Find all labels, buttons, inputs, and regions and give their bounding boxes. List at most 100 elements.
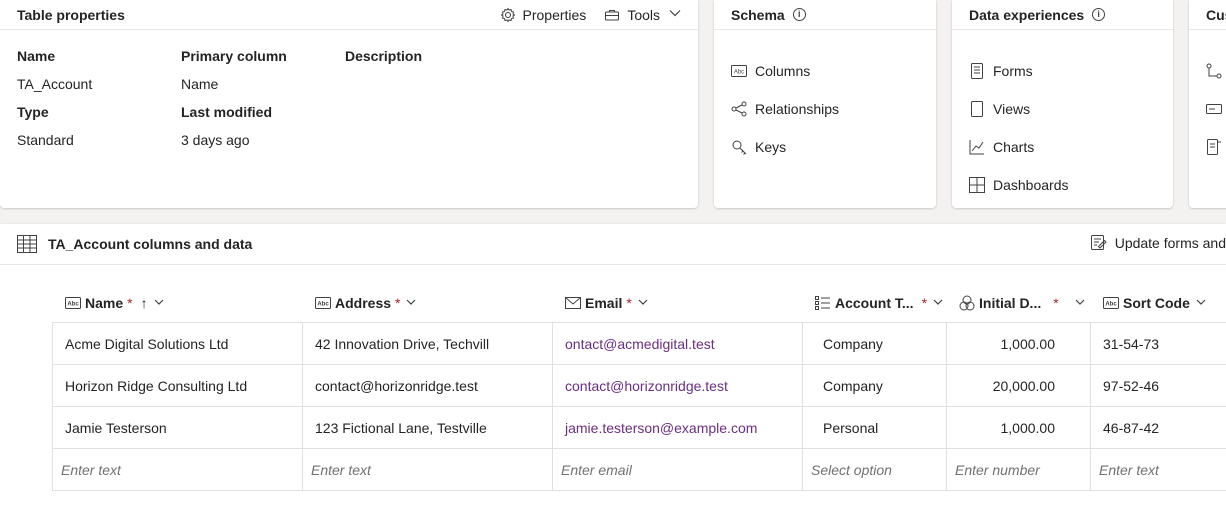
chart-icon (969, 139, 985, 155)
new-row[interactable]: Enter text Enter text Enter email Select… (52, 448, 1226, 491)
dataexp-item-label: Charts (993, 139, 1035, 155)
cell-email[interactable]: jamie.testerson@example.com (552, 407, 802, 449)
table-properties-header: Table properties Properties Tools (0, 0, 698, 30)
custom-item-2[interactable] (1206, 90, 1226, 128)
schema-card: Schema i Abc Columns Relationships Keys (714, 0, 936, 208)
cell-address[interactable]: 123 Fictional Lane, Testville (302, 407, 552, 449)
dashboard-icon (969, 177, 985, 193)
cell-sort-code[interactable]: 31-54-73 (1090, 323, 1226, 365)
table-properties-title: Table properties (17, 6, 125, 23)
column-header-label: Name (85, 295, 124, 311)
column-header-label: Sort Code (1123, 295, 1190, 311)
column-header-initial-deposit[interactable]: Initial D... * (959, 284, 1089, 322)
dataexp-item-dashboards[interactable]: Dashboards (969, 166, 1173, 204)
dataexp-item-charts[interactable]: Charts (969, 128, 1173, 166)
primary-column-value: Name (181, 76, 219, 92)
svg-text:Abc: Abc (67, 302, 79, 308)
new-email-input[interactable]: Enter email (552, 449, 802, 491)
chevron-down-icon (406, 298, 416, 309)
cell-name[interactable]: Horizon Ridge Consulting Ltd (52, 365, 302, 407)
text-column-icon: Abc (315, 295, 331, 311)
schema-item-relationships[interactable]: Relationships (731, 90, 936, 128)
chevron-down-icon (154, 298, 164, 309)
column-header-label: Initial D... (979, 295, 1042, 311)
cell-address[interactable]: contact@horizonridge.test (302, 365, 552, 407)
last-modified-label: Last modified (181, 104, 273, 120)
chevron-down-icon (1075, 298, 1085, 309)
cell-initial-deposit[interactable]: 20,000.00 (946, 365, 1090, 407)
table-row[interactable]: Jamie Testerson 123 Fictional Lane, Test… (52, 406, 1226, 449)
text-column-icon: Abc (731, 63, 747, 79)
cell-email[interactable]: contact@horizonridge.test (552, 365, 802, 407)
table-properties-card: Table properties Properties Tools Name T… (0, 0, 698, 208)
column-header-sort-code[interactable]: Abc Sort Code (1103, 284, 1223, 322)
cell-email[interactable]: ontact@acmedigital.test (552, 323, 802, 365)
info-icon[interactable]: i (792, 8, 806, 21)
card-icon (1206, 101, 1222, 117)
new-address-input[interactable]: Enter text (302, 449, 552, 491)
column-header-name[interactable]: Abc Name * ↑ (65, 284, 295, 322)
dataexp-item-forms[interactable]: Forms (969, 52, 1173, 90)
svg-text:Abc: Abc (1105, 302, 1117, 308)
cell-sort-code[interactable]: 46-87-42 (1090, 407, 1226, 449)
schema-item-keys[interactable]: Keys (731, 128, 936, 166)
cell-name[interactable]: Acme Digital Solutions Ltd (52, 323, 302, 365)
column-header-address[interactable]: Abc Address * (315, 284, 545, 322)
name-value: TA_Account (17, 76, 93, 92)
dataexp-item-views[interactable]: Views (969, 90, 1173, 128)
new-account-type-select[interactable]: Select option (802, 449, 946, 491)
chevron-down-icon (933, 298, 943, 309)
new-name-input[interactable]: Enter text (52, 449, 302, 491)
cell-account-type[interactable]: Company (802, 323, 946, 365)
properties-button[interactable]: Properties (500, 7, 586, 23)
required-marker: * (626, 295, 632, 311)
info-icon[interactable]: i (1092, 8, 1106, 21)
dataexp-item-label: Dashboards (993, 177, 1069, 193)
new-sort-code-input[interactable]: Enter text (1090, 449, 1226, 491)
required-marker: * (921, 295, 928, 311)
custom-item-1[interactable] (1206, 52, 1226, 90)
table-row[interactable]: Horizon Ridge Consulting Ltd contact@hor… (52, 364, 1226, 407)
form-edit-icon (1206, 139, 1222, 155)
type-value: Standard (17, 132, 74, 148)
schema-header: Schema i (714, 0, 936, 30)
column-header-label: Email (585, 295, 623, 311)
tools-button[interactable]: Tools (604, 7, 681, 23)
cell-sort-code[interactable]: 97-52-46 (1090, 365, 1226, 407)
tools-label: Tools (627, 6, 660, 23)
cell-name[interactable]: Jamie Testerson (52, 407, 302, 449)
schema-item-columns[interactable]: Abc Columns (731, 52, 936, 90)
form-icon (969, 63, 985, 79)
schema-item-label: Keys (755, 139, 787, 155)
description-label: Description (345, 48, 423, 64)
column-header-email[interactable]: Email * (565, 284, 795, 322)
schema-item-label: Relationships (755, 101, 840, 117)
chevron-down-icon (638, 298, 648, 309)
choice-list-icon (815, 295, 831, 311)
flow-icon (1206, 63, 1222, 79)
data-experiences-card: Data experiences i Forms Views Charts Da… (952, 0, 1173, 208)
toolbox-icon (604, 7, 620, 23)
required-marker: * (127, 295, 133, 311)
table-row[interactable]: Acme Digital Solutions Ltd 42 Innovation… (52, 322, 1226, 365)
customizations-card: Cus (1189, 0, 1226, 208)
update-forms-label: Update forms and (1114, 235, 1226, 251)
column-header-account-type[interactable]: Account T... * (815, 284, 943, 322)
cell-account-type[interactable]: Personal (802, 407, 946, 449)
cell-initial-deposit[interactable]: 1,000.00 (946, 323, 1090, 365)
relationship-icon (731, 101, 747, 117)
cell-account-type[interactable]: Company (802, 365, 946, 407)
table-icon (17, 235, 37, 253)
view-icon (969, 101, 985, 117)
gear-icon (500, 7, 516, 23)
cell-address[interactable]: 42 Innovation Drive, Techvill (302, 323, 552, 365)
data-experiences-header: Data experiences i (952, 0, 1173, 30)
new-initial-deposit-input[interactable]: Enter number (946, 449, 1090, 491)
dataexp-item-label: Views (993, 101, 1031, 117)
chevron-down-icon (669, 9, 681, 20)
schema-title: Schema (731, 6, 785, 23)
update-forms-button[interactable]: Update forms and (1090, 235, 1226, 251)
cell-initial-deposit[interactable]: 1,000.00 (946, 407, 1090, 449)
column-header-label: Address (335, 295, 392, 311)
custom-item-3[interactable] (1206, 128, 1226, 166)
